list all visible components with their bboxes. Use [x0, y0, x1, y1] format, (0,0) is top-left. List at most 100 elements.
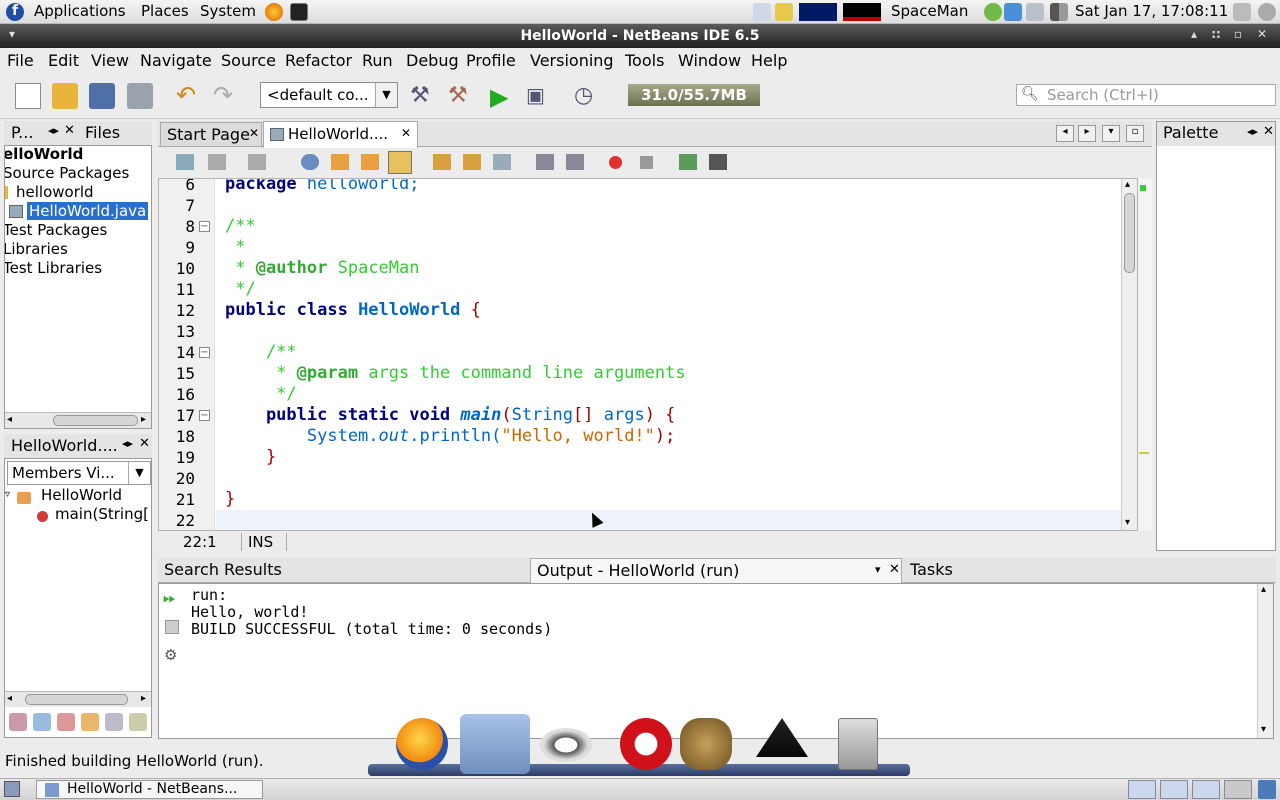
scroll-right-icon[interactable]: ▸ — [141, 414, 146, 425]
config-combo[interactable]: <default co... ▼ — [260, 82, 398, 108]
editor-vscrollbar[interactable]: ▴ ▾ — [1121, 179, 1137, 530]
sort-az-icon[interactable] — [105, 713, 123, 731]
stop-icon[interactable] — [165, 620, 179, 634]
filter-nonpublic-icon[interactable] — [57, 713, 75, 731]
tab-scroll-left-icon[interactable]: ◂ — [1056, 125, 1074, 142]
tab-list-icon[interactable]: ▾ — [1102, 125, 1120, 142]
record-macro-icon[interactable] — [609, 156, 622, 169]
find-prev-icon[interactable] — [331, 154, 349, 170]
highlight-toggle-icon[interactable] — [388, 151, 412, 174]
menu-help[interactable]: Help — [751, 51, 787, 70]
menu-refactor[interactable]: Refactor — [285, 51, 352, 70]
redo-icon[interactable]: ↷ — [213, 83, 239, 109]
status-icon[interactable] — [984, 3, 1002, 21]
terminal-launcher-icon[interactable] — [290, 3, 308, 21]
find-next-icon[interactable] — [361, 154, 379, 170]
menu-window[interactable]: Window — [678, 51, 741, 70]
new-file-icon[interactable] — [15, 83, 41, 109]
scroll-left-icon[interactable]: ◂ — [7, 414, 12, 425]
clean-build-icon[interactable]: ⚒ — [448, 83, 474, 109]
palette-title[interactable]: Palette — [1163, 123, 1218, 142]
menu-debug[interactable]: Debug — [406, 51, 459, 70]
menu-navigate[interactable]: Navigate — [140, 51, 212, 70]
mem-monitor-icon[interactable] — [843, 3, 881, 21]
tab-start-page[interactable]: Start Page ✕ — [160, 122, 262, 147]
filter-static-icon[interactable] — [33, 713, 51, 731]
search-input[interactable]: 🔍︎ Search (Ctrl+I) — [1016, 84, 1276, 106]
workspace-firefox-icon[interactable] — [1128, 780, 1156, 799]
open-project-icon[interactable] — [89, 83, 115, 109]
fold-collapse-icon[interactable]: − — [199, 410, 210, 421]
close-tab-icon[interactable]: ✕ — [889, 562, 900, 577]
window-minimize-icon[interactable]: :: — [1208, 27, 1224, 43]
tree-item-libraries[interactable]: Libraries — [5, 240, 68, 258]
panel-minimize-icon[interactable]: ◂▸ — [48, 124, 59, 137]
menu-run[interactable]: Run — [362, 51, 393, 70]
firefox-launcher-icon[interactable] — [265, 3, 283, 21]
window-close-icon[interactable]: ✕ — [1254, 27, 1270, 43]
uncomment-icon[interactable] — [709, 154, 727, 170]
volume-icon[interactable] — [1233, 3, 1251, 21]
tab-tasks[interactable]: Tasks — [910, 560, 953, 579]
panel-close-icon[interactable]: ✕ — [1263, 124, 1274, 139]
show-desktop-icon[interactable] — [4, 781, 20, 797]
rerun-icon[interactable]: ⏩︎ — [163, 588, 176, 608]
fold-collapse-icon[interactable]: − — [199, 347, 210, 358]
output-vscrollbar[interactable]: ▴ ▾ — [1257, 584, 1273, 738]
projects-hscrollbar[interactable]: ◂ ▸ — [5, 412, 151, 428]
tab-output[interactable]: Output - HelloWorld (run) ▾ ✕ — [530, 558, 902, 584]
filter-fields-icon[interactable] — [9, 713, 27, 731]
code-editor[interactable]: 6 7 8 9 10 11 12 13 14 15 16 17 18 19 20… — [158, 178, 1138, 531]
members-view-combo[interactable]: Members Vi... ▼ — [7, 461, 151, 485]
power-icon[interactable] — [1258, 3, 1276, 21]
tab-scroll-right-icon[interactable]: ▸ — [1078, 125, 1096, 142]
last-edit-icon[interactable] — [248, 154, 266, 170]
menu-view[interactable]: View — [91, 51, 129, 70]
workspace-switcher[interactable] — [1126, 780, 1278, 799]
tab-menu-icon[interactable]: ▾ — [875, 563, 881, 576]
computer-icon[interactable] — [1026, 3, 1044, 21]
next-bookmark-icon[interactable] — [463, 154, 481, 170]
workspace-doc-icon[interactable] — [1160, 780, 1188, 799]
shift-left-icon[interactable] — [536, 154, 554, 170]
build-icon[interactable]: ⚒ — [410, 83, 436, 109]
clock[interactable]: Sat Jan 17, 17:08:11 — [1075, 2, 1228, 20]
tab-helloworld[interactable]: HelloWorld.... ✕ — [263, 121, 418, 148]
tree-item-source-packages[interactable]: Source Packages — [5, 164, 129, 182]
sort-source-icon[interactable] — [129, 713, 147, 731]
trash-icon[interactable] — [1258, 780, 1276, 799]
stop-macro-icon[interactable] — [640, 156, 653, 169]
menu-tools[interactable]: Tools — [625, 51, 664, 70]
scroll-left-icon[interactable]: ◂ — [7, 693, 12, 704]
tree-item-project[interactable]: elloWorld — [5, 146, 83, 163]
scroll-right-icon[interactable]: ▸ — [141, 693, 146, 704]
settings-icon[interactable]: ⚙ — [164, 646, 177, 664]
nav-item-class[interactable]: HelloWorld — [41, 486, 122, 504]
scroll-thumb[interactable] — [25, 694, 128, 705]
user-name[interactable]: SpaceMan — [891, 2, 968, 20]
find-icon[interactable] — [301, 154, 319, 170]
menu-source[interactable]: Source — [221, 51, 276, 70]
chevron-down-icon[interactable]: ▼ — [375, 83, 397, 107]
system-menu[interactable]: System — [200, 2, 256, 20]
forward-icon[interactable] — [208, 154, 226, 170]
filter-lock-icon[interactable] — [81, 713, 99, 731]
window-titlebar[interactable]: ▾ HelloWorld - NetBeans IDE 6.5 ▴ :: ▫ ✕ — [0, 24, 1280, 48]
panel-close-icon[interactable]: ✕ — [139, 436, 150, 451]
scroll-thumb[interactable] — [53, 415, 138, 426]
search-icon[interactable]: 🔍︎ — [1021, 86, 1039, 102]
navigator-hscrollbar[interactable]: ◂ ▸ — [5, 691, 151, 707]
tab-files[interactable]: Files — [85, 123, 120, 142]
scroll-down-icon[interactable]: ▾ — [1125, 517, 1130, 528]
toggle-bookmark-icon[interactable] — [493, 154, 511, 170]
network-icon[interactable] — [753, 3, 771, 21]
new-project-icon[interactable] — [52, 83, 78, 109]
save-all-icon[interactable] — [127, 83, 153, 109]
taskbar-button[interactable]: HelloWorld - NetBeans... — [36, 780, 263, 799]
fedora-logo-icon[interactable]: f — [6, 3, 24, 21]
folder-icon[interactable] — [775, 3, 793, 21]
menu-profile[interactable]: Profile — [466, 51, 516, 70]
dock-opera-icon[interactable] — [620, 718, 672, 770]
memory-indicator[interactable]: 31.0/55.7MB — [628, 84, 760, 106]
pointer-icon[interactable] — [1004, 3, 1022, 21]
